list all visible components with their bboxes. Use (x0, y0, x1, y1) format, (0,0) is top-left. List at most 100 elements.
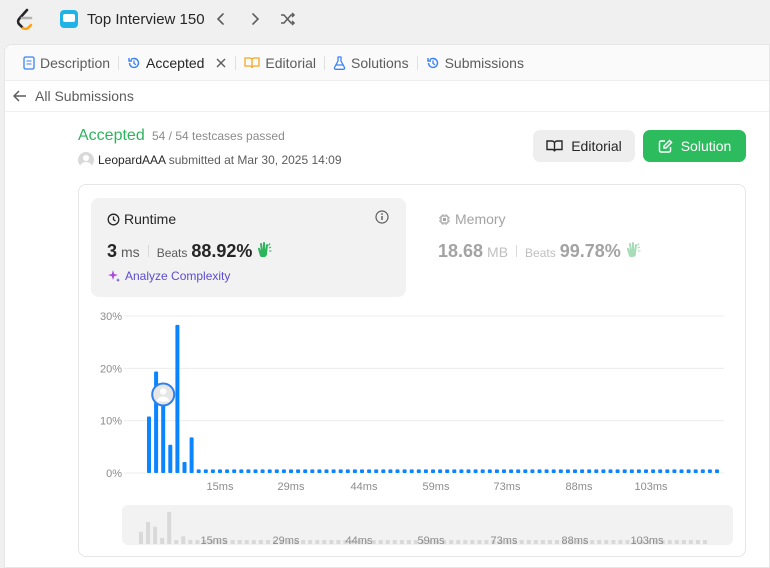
chart-bar (594, 469, 599, 473)
chart-bar (558, 469, 563, 473)
chart-bar (239, 469, 244, 473)
tab-description[interactable]: Description (15, 45, 118, 81)
chart-bar (629, 469, 634, 473)
chart-bar (317, 469, 322, 473)
submission-meta: LeopardAAA submitted at Mar 30, 2025 14:… (98, 153, 342, 167)
chart-bar (665, 469, 670, 473)
shuffle-icon (281, 12, 296, 26)
mini-chart-bar (230, 540, 235, 544)
chart-bar (530, 469, 535, 473)
chart-bar (679, 469, 684, 473)
chart-bar (189, 437, 194, 473)
chart-bar (636, 469, 641, 473)
mini-x-tick-label: 73ms (491, 535, 518, 547)
mini-chart-bar (625, 540, 630, 544)
flask-icon (333, 55, 346, 70)
mini-chart-bar (611, 540, 616, 544)
username[interactable]: LeopardAAA (98, 153, 165, 167)
chart-bar (338, 469, 343, 473)
chart-bar (203, 469, 208, 473)
mini-chart-bar (604, 540, 609, 544)
mini-chart-bar (160, 537, 165, 544)
mini-chart-bar (174, 540, 179, 544)
chart-bar (274, 469, 279, 473)
chart-bar (196, 469, 201, 473)
editorial-button-label: Editorial (571, 138, 622, 154)
chart-bar (253, 469, 258, 473)
study-plan-title[interactable]: Top Interview 150 (87, 11, 205, 28)
x-tick-label: 103ms (634, 481, 668, 493)
description-icon (23, 55, 35, 70)
chart-bar (537, 469, 542, 473)
chart-bar (452, 469, 457, 473)
mini-chart-bar (667, 540, 672, 544)
mini-chart-bar (195, 540, 200, 544)
tab-accepted[interactable]: Accepted (119, 45, 235, 81)
chart-bar (168, 444, 173, 473)
all-submissions-link[interactable]: All Submissions (5, 81, 769, 112)
mini-chart-bar (153, 526, 158, 544)
chart-bar (388, 469, 393, 473)
chart-bar (494, 469, 499, 473)
chart-bar (672, 469, 677, 473)
chart-bar (573, 469, 577, 473)
testcases-passed: 54 / 54 testcases passed (152, 129, 285, 143)
mini-chart-bar (688, 540, 693, 544)
tab-solutions[interactable]: Solutions (325, 45, 417, 81)
mini-chart-bar (336, 540, 341, 544)
avatar[interactable] (78, 152, 94, 168)
chart-bar (147, 416, 151, 473)
arrow-left-icon (13, 90, 26, 102)
close-icon[interactable] (215, 57, 227, 69)
chart-bar (289, 469, 293, 473)
top-bar: Top Interview 150 (0, 0, 770, 40)
chart-bar (402, 469, 407, 473)
mini-chart-bar (449, 540, 454, 544)
leetcode-logo[interactable] (14, 8, 36, 32)
editorial-button[interactable]: Editorial (533, 130, 635, 162)
chart-bar (232, 469, 237, 473)
mini-chart-bar (703, 540, 707, 544)
chart-bar (544, 469, 549, 473)
tab-editorial[interactable]: Editorial (236, 45, 324, 81)
chart-bar (509, 469, 514, 473)
x-tick-label: 15ms (207, 481, 234, 493)
performance-card: Runtime 3 ms Beats 88.92% Analyze Comple… (78, 184, 746, 557)
chart-bar (303, 469, 308, 473)
chart-bar (267, 469, 272, 473)
x-tick-label: 59ms (423, 481, 450, 493)
chart-bar (225, 469, 230, 473)
mini-chart-bar (251, 540, 256, 544)
random-problem-button[interactable] (278, 9, 298, 29)
mini-chart-bar (244, 540, 249, 544)
chart-bar (707, 469, 712, 473)
y-tick-label: 0% (106, 468, 122, 480)
mini-x-tick-label: 88ms (562, 535, 589, 547)
mini-chart-bar (406, 540, 411, 544)
chevron-right-icon (252, 13, 260, 25)
tab-submissions[interactable]: Submissions (418, 45, 532, 81)
mini-chart-bar (470, 540, 475, 544)
mini-chart-bar (681, 540, 686, 544)
chart-bar (381, 469, 386, 473)
chart-bar (693, 469, 698, 473)
chart-bar (551, 469, 556, 473)
chart-bar (310, 469, 315, 473)
solution-button[interactable]: Solution (643, 130, 746, 162)
mini-chart-bar (378, 540, 383, 544)
submission-status: Accepted (78, 127, 145, 144)
mini-chart-bar (674, 540, 679, 544)
mini-chart-bar (315, 540, 320, 544)
chart-bar (466, 469, 471, 473)
mini-chart-bar (590, 540, 595, 544)
prev-problem-button[interactable] (211, 9, 231, 29)
history-icon (128, 57, 140, 68)
chart-bar (587, 469, 592, 473)
next-problem-button[interactable] (245, 9, 265, 29)
marker-avatar-head (160, 388, 167, 395)
mini-chart-bar (463, 540, 468, 544)
chart-bar (658, 469, 663, 473)
mini-chart-bar (188, 540, 193, 544)
chart-bar (615, 469, 620, 473)
chart-bar (367, 469, 372, 473)
